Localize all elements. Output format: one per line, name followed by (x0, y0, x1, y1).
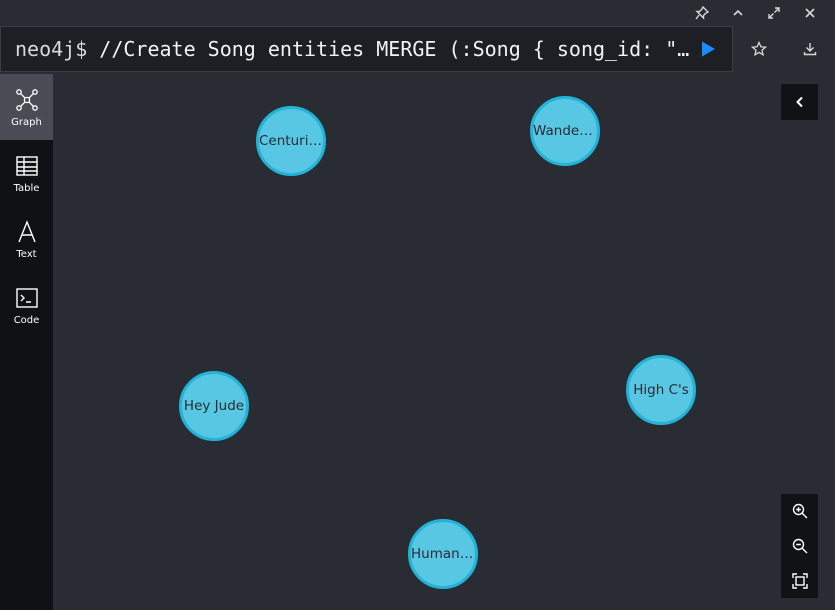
download-button[interactable] (794, 33, 826, 65)
graph-canvas[interactable]: Centuries Wanderi… Hey Jude High C's Hum… (53, 74, 835, 610)
star-icon (750, 41, 767, 57)
query-input[interactable]: //Create Song entities MERGE (:Song { so… (99, 37, 699, 61)
top-actions (733, 26, 835, 72)
sidebar-item-code[interactable]: Code (0, 272, 53, 338)
text-icon (14, 219, 40, 245)
sidebar-item-graph[interactable]: Graph (0, 74, 53, 140)
graph-node[interactable]: Hey Jude (179, 371, 249, 441)
close-icon[interactable] (797, 0, 823, 26)
fit-to-screen-button[interactable] (788, 569, 812, 593)
zoom-in-icon (792, 504, 807, 519)
collapse-panel-button[interactable] (781, 84, 818, 120)
run-button[interactable] (694, 35, 722, 63)
zoom-in-button[interactable] (788, 499, 812, 523)
graph-node[interactable]: Humanity (408, 519, 478, 589)
sidebar-item-text[interactable]: Text (0, 206, 53, 272)
download-icon (803, 43, 816, 56)
expand-icon[interactable] (761, 0, 787, 26)
chevron-up-icon[interactable] (725, 0, 751, 26)
sidebar-item-label: Graph (11, 116, 42, 128)
pin-icon[interactable] (689, 0, 715, 26)
query-editor[interactable]: neo4j$ //Create Song entities MERGE (:So… (0, 26, 733, 72)
graph-node[interactable]: High C's (626, 355, 696, 425)
play-icon (702, 41, 715, 57)
graph-node[interactable]: Wanderi… (530, 96, 600, 166)
window-controls (675, 0, 835, 26)
code-icon (14, 285, 40, 311)
fit-screen-icon (791, 572, 808, 589)
chevron-left-icon (795, 96, 803, 108)
table-icon (14, 153, 40, 179)
sidebar-item-label: Code (13, 314, 40, 326)
zoom-out-button[interactable] (788, 534, 812, 558)
sidebar-item-table[interactable]: Table (0, 140, 53, 206)
zoom-controls (781, 494, 818, 598)
zoom-out-icon (792, 538, 807, 554)
query-prompt: neo4j$ (15, 37, 100, 61)
graph-node[interactable]: Centuries (256, 106, 326, 176)
graph-icon (14, 87, 40, 113)
sidebar-item-label: Text (16, 248, 37, 260)
sidebar-item-label: Table (13, 182, 40, 194)
favorite-button[interactable] (743, 33, 775, 65)
view-sidebar: Graph Table Text Code (0, 74, 53, 610)
